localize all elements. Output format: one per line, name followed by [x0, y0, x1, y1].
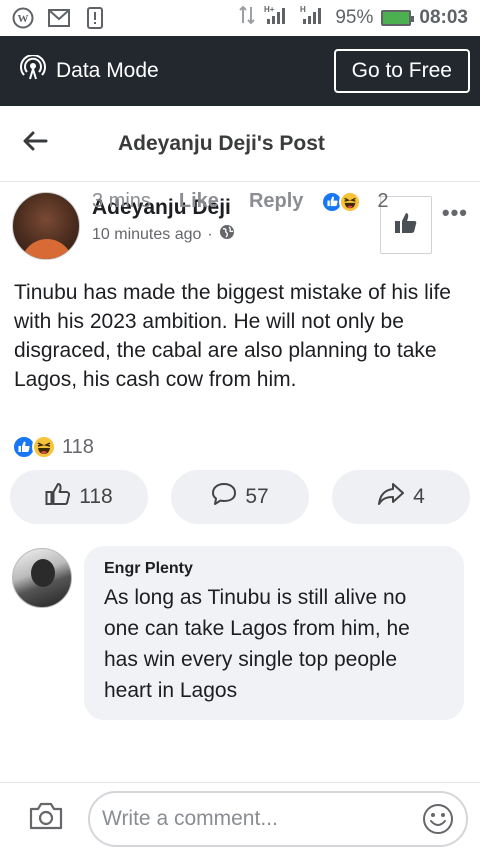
status-bar: W H+ H 95% 08:03 [0, 0, 480, 36]
comment-reaction-icons[interactable] [321, 190, 362, 213]
clock: 08:03 [419, 7, 468, 28]
thumbs-up-icon [394, 212, 418, 239]
wordpress-icon: W [12, 7, 34, 29]
notification-icons: W [12, 7, 106, 29]
reaction-summary[interactable]: 118 [12, 432, 94, 462]
post-timestamp[interactable]: 10 minutes ago [92, 226, 201, 244]
page-title: Adeyanju Deji's Post [118, 131, 325, 155]
page-header: Adeyanju Deji's Post [0, 106, 480, 182]
gmail-icon [48, 7, 70, 29]
share-button[interactable]: 4 [332, 470, 470, 524]
broadcast-icon [20, 54, 46, 87]
reaction-count: 118 [62, 435, 94, 458]
author-avatar[interactable] [12, 192, 80, 260]
share-count: 4 [413, 485, 425, 508]
share-arrow-icon [377, 482, 405, 512]
data-mode-indicator[interactable]: Data Mode [20, 54, 159, 87]
more-options-icon[interactable]: ••• [442, 200, 468, 226]
comment-text: As long as Tinubu is still alive no one … [104, 586, 410, 702]
commenter-name[interactable]: Engr Plenty [104, 560, 446, 578]
like-count: 118 [79, 485, 113, 508]
battery-percent: 95% [335, 7, 374, 28]
comment-count: 57 [245, 485, 269, 508]
signal-h-icon: H+ [263, 5, 291, 31]
back-button[interactable] [0, 106, 70, 182]
post-body: Tinubu has made the biggest mistake of h… [14, 281, 451, 391]
comment-like-button[interactable]: Like [179, 190, 219, 213]
svg-text:H: H [300, 5, 306, 14]
separator-dot: · [207, 225, 213, 243]
data-transfer-icon [239, 5, 256, 31]
camera-icon [28, 801, 64, 836]
go-to-free-button[interactable]: Go to Free [333, 49, 470, 93]
comment-input-placeholder: Write a comment... [102, 806, 278, 830]
battery-icon [381, 10, 415, 26]
post-actions: 118 57 4 [10, 470, 470, 526]
svg-text:W: W [18, 13, 29, 25]
comment-bubble[interactable]: Engr Plenty As long as Tinubu is still a… [84, 546, 464, 720]
comment-input[interactable]: Write a comment... [88, 790, 468, 847]
sim-alert-icon [84, 7, 106, 29]
comment-button[interactable]: 57 [171, 470, 309, 524]
haha-reaction-icon [339, 190, 362, 213]
data-mode-label: Data Mode [56, 59, 159, 82]
haha-reaction-icon [32, 435, 56, 459]
like-button[interactable]: 118 [10, 470, 148, 524]
comment-reply-button[interactable]: Reply [249, 190, 303, 213]
svg-text:H+: H+ [264, 5, 275, 14]
thumbs-up-outline-icon [45, 482, 71, 512]
emoji-icon[interactable] [420, 801, 456, 837]
camera-button[interactable] [26, 799, 66, 839]
comment-reaction-count: 2 [377, 190, 389, 212]
comment-bubble-icon [211, 482, 237, 512]
comment-timestamp[interactable]: 3 mins [92, 190, 151, 213]
signal-h-icon-2: H [299, 5, 327, 31]
comment-composer: Write a comment... [0, 782, 480, 854]
comment-actions: 3 mins Like Reply 2 [92, 190, 389, 213]
commenter-avatar[interactable] [12, 548, 72, 608]
back-arrow-icon [22, 131, 48, 156]
post-timestamp-row: 10 minutes ago · [92, 224, 235, 245]
data-mode-bar: Data Mode Go to Free [0, 36, 480, 106]
system-indicators: H+ H 95% 08:03 [239, 5, 468, 31]
reaction-icons [12, 435, 56, 459]
globe-icon [219, 224, 235, 245]
